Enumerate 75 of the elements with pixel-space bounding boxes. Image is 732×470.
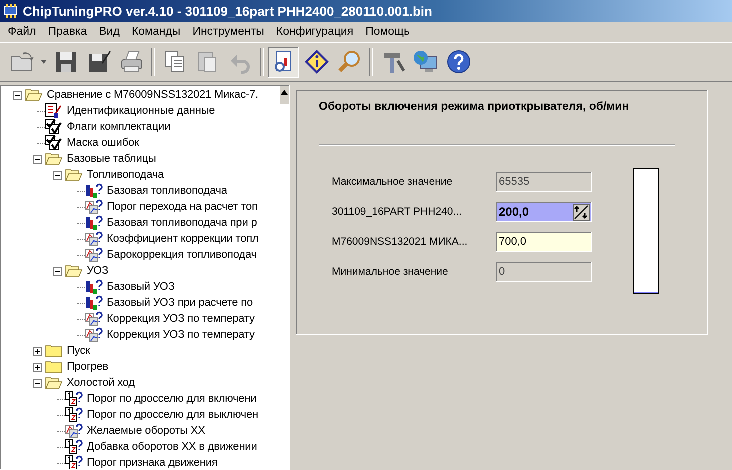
- tree-item[interactable]: Базовый УОЗ при расчете по: [106, 297, 254, 309]
- field-label: Максимальное значение: [332, 176, 454, 188]
- menu-item[interactable]: Инструменты: [186, 26, 270, 38]
- expander-icon[interactable]: [52, 266, 62, 276]
- menu-item[interactable]: Конфигурация: [270, 26, 360, 38]
- up-arrow-icon: [281, 90, 288, 95]
- open-folder-icon: [65, 264, 83, 278]
- table-icon: [65, 439, 83, 455]
- tree-item[interactable]: Коррекция УОЗ по температу: [106, 313, 256, 325]
- tree-item[interactable]: Порог по дросселю для включени: [86, 393, 258, 405]
- expander-icon[interactable]: [32, 378, 42, 388]
- table-icon: [65, 407, 83, 423]
- tree-item[interactable]: Базовая топливоподача: [106, 185, 228, 197]
- value-field: 0: [496, 262, 592, 282]
- window-title: ChipTuningPRO ver.4.10 - 301109_16part PHH2400_280110.001.bin: [23, 4, 432, 18]
- spin-icon[interactable]: [573, 204, 590, 220]
- expander-icon[interactable]: [52, 170, 62, 180]
- tree-item[interactable]: Флаги комплектации: [66, 121, 172, 133]
- tree-item[interactable]: УОЗ: [86, 265, 110, 277]
- tree-item[interactable]: Барокоррекция топливоподач: [106, 249, 258, 261]
- expander-icon[interactable]: [12, 90, 22, 100]
- scrollbar[interactable]: [280, 86, 289, 104]
- bar-chart-icon: [85, 295, 103, 311]
- tree-item[interactable]: Коэффициент коррекции топл: [106, 233, 260, 245]
- open-folder-icon: [45, 376, 63, 390]
- tree-item[interactable]: Порог признака движения: [86, 457, 219, 469]
- checklist-icon: [45, 119, 63, 135]
- value-field: 65535: [496, 172, 592, 192]
- document-icon: [45, 103, 63, 119]
- tools-icon: [336, 49, 362, 75]
- folder-icon: [45, 344, 63, 358]
- parameter-title: Обороты включения режима приоткрывателя, об/мин: [319, 101, 630, 113]
- menu-item[interactable]: Файл: [2, 26, 42, 38]
- caret-icon: [41, 60, 47, 64]
- open-folder-icon: [45, 152, 63, 166]
- value-field[interactable]: 700,0: [496, 232, 592, 252]
- tree-item[interactable]: Базовый УОЗ: [106, 281, 176, 293]
- expander-icon[interactable]: [32, 154, 42, 164]
- field-label: M76009NSS132021 МИКА...: [332, 236, 469, 248]
- tree-item[interactable]: Желаемые обороты ХХ: [86, 425, 206, 437]
- tree-item[interactable]: Порог по дросселю для выключен: [86, 409, 260, 421]
- tree-item[interactable]: Базовая топливоподача при р: [106, 217, 258, 229]
- menu-item[interactable]: Правка: [42, 26, 94, 38]
- bar-chart-icon: [85, 279, 103, 295]
- spin-field[interactable]: 200,0: [496, 202, 592, 222]
- table-icon: [65, 391, 83, 407]
- open-folder-icon: [25, 88, 43, 102]
- tree-item[interactable]: Пуск: [66, 345, 92, 357]
- bar-chart-icon: [85, 183, 103, 199]
- open-folder-icon: [65, 168, 83, 182]
- help-icon: [412, 49, 438, 75]
- menu-item[interactable]: Помощь: [360, 26, 416, 38]
- tree-item[interactable]: Базовые таблицы: [66, 153, 158, 165]
- tree-item[interactable]: Маска ошибок: [66, 137, 140, 149]
- tree-item[interactable]: Идентификационные данные: [66, 105, 216, 117]
- tree-item[interactable]: Порог перехода на расчет топ: [106, 201, 259, 213]
- menu-item[interactable]: Команды: [126, 26, 187, 38]
- tree-item[interactable]: Добавка оборотов ХХ в движении: [86, 441, 258, 453]
- chip-icon: [3, 4, 19, 18]
- tree-item[interactable]: Сравнение с M76009NSS132021 Микас-7.: [46, 89, 260, 101]
- bar-chart-icon: [85, 215, 103, 231]
- field-label: Минимальное значение: [332, 266, 450, 278]
- tree-item[interactable]: Прогрев: [66, 361, 110, 373]
- folder-icon: [45, 360, 63, 374]
- toolbar-button[interactable]: [268, 46, 299, 78]
- tree-item[interactable]: Холостой ход: [66, 377, 136, 389]
- tree-item[interactable]: Топливоподача: [86, 169, 166, 181]
- checklist-icon: [45, 135, 63, 151]
- menu-item[interactable]: Вид: [93, 26, 126, 38]
- copy-icon: [118, 49, 144, 75]
- expander-icon[interactable]: [32, 346, 42, 356]
- field-label: 301109_16PART PHH240...: [332, 206, 463, 218]
- search-icon: [304, 49, 330, 75]
- expander-icon[interactable]: [32, 362, 42, 372]
- tree-item[interactable]: Коррекция УОЗ по температу: [106, 329, 256, 341]
